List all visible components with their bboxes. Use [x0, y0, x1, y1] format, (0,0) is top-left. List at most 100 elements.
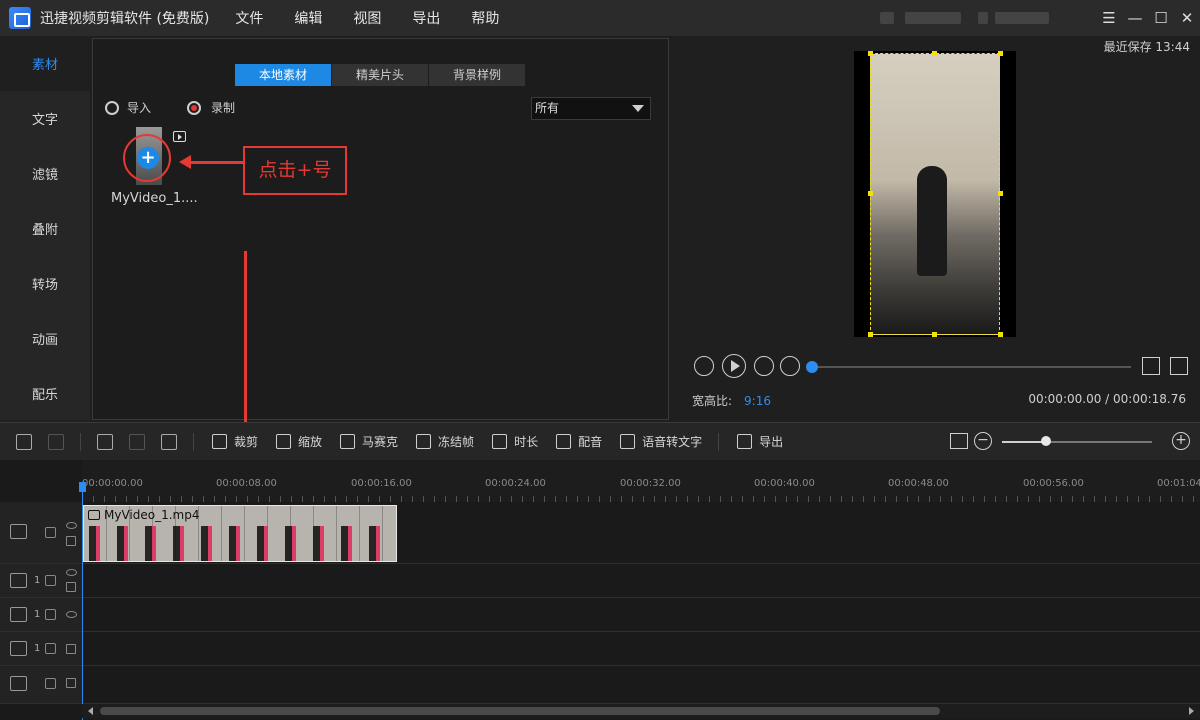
add-to-timeline-button[interactable]: +: [137, 147, 159, 169]
import-button[interactable]: 导入: [105, 99, 151, 116]
sidebar-item-text[interactable]: 文字: [0, 91, 90, 146]
tab-intros[interactable]: 精美片头: [332, 64, 428, 86]
fit-timeline-icon[interactable]: [950, 433, 968, 449]
seek-bar[interactable]: [807, 366, 1131, 368]
video-subject: [917, 166, 947, 276]
lock-icon[interactable]: [45, 609, 56, 620]
left-sidebar: 素材 文字 滤镜 叠附 转场 动画 配乐: [0, 36, 90, 420]
lock-icon[interactable]: [45, 575, 56, 586]
resize-handle[interactable]: [998, 191, 1003, 196]
zoom-in-icon[interactable]: +: [1172, 432, 1190, 450]
app-logo-icon: [9, 7, 31, 29]
zoom-out-icon[interactable]: −: [974, 432, 992, 450]
menu-icon[interactable]: ☰: [1096, 9, 1122, 27]
toolbar-divider: [80, 432, 81, 451]
volume-icon[interactable]: [1142, 357, 1160, 375]
menu-file[interactable]: 文件: [235, 8, 263, 28]
music-note-icon: [10, 641, 27, 656]
lock-icon[interactable]: [45, 643, 56, 654]
maximize-icon[interactable]: ☐: [1148, 9, 1174, 27]
lock-icon[interactable]: [45, 678, 56, 689]
resize-handle[interactable]: [868, 51, 873, 56]
lock-icon[interactable]: [45, 527, 56, 538]
crop-button[interactable]: 裁剪: [212, 433, 258, 450]
text-icon: [10, 607, 27, 622]
cut-icon[interactable]: [129, 433, 145, 450]
freeze-frame-icon: [416, 434, 432, 449]
fullscreen-icon[interactable]: [1170, 357, 1188, 375]
resize-handle[interactable]: [998, 332, 1003, 337]
menu-view[interactable]: 视图: [353, 8, 381, 28]
minimize-icon[interactable]: —: [1122, 9, 1148, 27]
export-button[interactable]: 导出: [737, 433, 783, 450]
speech-to-text-label: 语音转文字: [642, 435, 703, 449]
speech-to-text-button[interactable]: 语音转文字: [620, 433, 702, 450]
undo-icon[interactable]: [16, 433, 32, 450]
tab-local-media[interactable]: 本地素材: [235, 64, 331, 86]
zoom-slider-handle[interactable]: [1040, 436, 1051, 446]
sidebar-item-music[interactable]: 配乐: [0, 366, 90, 421]
time-ruler[interactable]: 00:00:00.00 00:00:08.00 00:00:16.00 00:0…: [82, 460, 1200, 502]
eye-icon[interactable]: [66, 522, 77, 529]
voiceover-button[interactable]: 配音: [556, 433, 602, 450]
zoom-button[interactable]: 缩放: [276, 433, 322, 450]
next-frame-icon[interactable]: [754, 356, 774, 376]
eye-icon[interactable]: [66, 569, 77, 576]
video-preview[interactable]: [854, 51, 1016, 337]
resize-handle[interactable]: [998, 51, 1003, 56]
menu-export[interactable]: 导出: [412, 8, 440, 28]
export-label: 导出: [759, 435, 784, 449]
track-lane-text[interactable]: [82, 598, 1200, 632]
clip-filmstrip: [84, 526, 396, 561]
sidebar-item-overlay[interactable]: 叠附: [0, 201, 90, 256]
speaker-icon[interactable]: [66, 644, 76, 654]
scrollbar-thumb[interactable]: [100, 707, 940, 715]
eye-icon[interactable]: [66, 611, 77, 618]
track-lane-overlay[interactable]: [82, 564, 1200, 598]
duration-button[interactable]: 时长: [492, 433, 538, 450]
media-tabs: 本地素材 精美片头 背景样例: [235, 64, 526, 86]
timeline-scrollbar[interactable]: [82, 704, 1200, 718]
track-lane-voice[interactable]: [82, 666, 1200, 704]
scroll-left-icon[interactable]: [88, 707, 93, 715]
media-filter-select[interactable]: 所有: [531, 97, 651, 120]
speaker-icon[interactable]: [66, 678, 76, 688]
play-icon[interactable]: [722, 354, 746, 378]
resize-handle[interactable]: [932, 51, 937, 56]
playhead[interactable]: [79, 482, 86, 720]
ruler-label: 00:00:24.00: [485, 478, 546, 489]
resize-handle[interactable]: [868, 191, 873, 196]
sidebar-item-animation[interactable]: 动画: [0, 311, 90, 366]
microphone-icon: [10, 676, 27, 691]
annotation-label: 点击+号: [243, 146, 347, 195]
delete-icon[interactable]: [161, 433, 177, 450]
speaker-icon[interactable]: [66, 582, 76, 592]
edit-icon[interactable]: [97, 433, 113, 450]
video-clip[interactable]: MyVideo_1.mp4: [83, 505, 397, 562]
redo-icon[interactable]: [48, 433, 64, 450]
sidebar-item-transition[interactable]: 转场: [0, 256, 90, 311]
freeze-frame-button[interactable]: 冻结帧: [416, 433, 474, 450]
ruler-label: 00:00:00.00: [82, 478, 143, 489]
tab-backgrounds[interactable]: 背景样例: [429, 64, 525, 86]
toolbar-divider: [193, 432, 194, 451]
scroll-right-icon[interactable]: [1189, 707, 1194, 715]
mosaic-button[interactable]: 马赛克: [340, 433, 398, 450]
resize-handle[interactable]: [932, 332, 937, 337]
sidebar-item-media[interactable]: 素材: [0, 36, 90, 91]
speech-to-text-icon: [620, 434, 636, 449]
resize-handle[interactable]: [868, 332, 873, 337]
track-lane-music[interactable]: [82, 632, 1200, 666]
seek-handle[interactable]: [806, 361, 818, 373]
menu-help[interactable]: 帮助: [471, 8, 499, 28]
track-number: 1: [34, 643, 41, 654]
aspect-ratio[interactable]: 宽高比: 9:16: [692, 392, 771, 409]
close-icon[interactable]: ✕: [1174, 9, 1200, 27]
menu-edit[interactable]: 编辑: [294, 8, 322, 28]
stop-icon[interactable]: [780, 356, 800, 376]
sidebar-item-filter[interactable]: 滤镜: [0, 146, 90, 201]
record-button[interactable]: 录制: [187, 99, 235, 116]
previous-frame-icon[interactable]: [694, 356, 714, 376]
speaker-icon[interactable]: [66, 536, 76, 546]
aspect-ratio-value[interactable]: 9:16: [744, 394, 771, 408]
